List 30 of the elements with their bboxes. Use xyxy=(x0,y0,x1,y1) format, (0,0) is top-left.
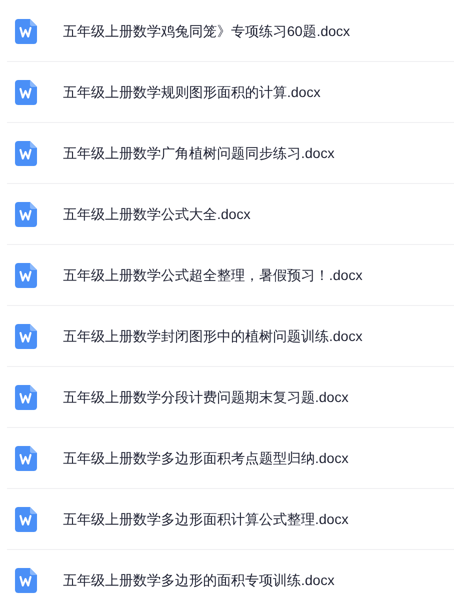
word-document-icon xyxy=(15,384,37,410)
word-document-icon xyxy=(15,324,37,348)
file-row[interactable]: 五年级上册数学分段计费问题期末复习题.docx xyxy=(7,367,454,428)
file-row[interactable]: 五年级上册数学多边形面积考点题型归纳.docx xyxy=(7,428,454,489)
word-document-icon xyxy=(15,202,37,226)
file-name: 五年级上册数学公式大全.docx xyxy=(63,204,250,224)
file-row[interactable]: 五年级上册数学封闭图形中的植树问题训练.docx xyxy=(7,306,454,367)
word-document-icon xyxy=(15,446,37,470)
file-name: 五年级上册数学公式超全整理，暑假预习！.docx xyxy=(63,266,362,284)
word-document-icon xyxy=(15,506,37,532)
word-document-icon xyxy=(15,140,37,166)
file-row[interactable]: 五年级上册数学鸡兔同笼》专项练习60题.docx xyxy=(7,1,454,62)
file-row[interactable]: 五年级上册数学多边形的面积专项训练.docx xyxy=(7,550,454,607)
file-name: 五年级上册数学广角植树问题同步练习.docx xyxy=(63,144,334,162)
file-row[interactable]: 五年级上册数学规则图形面积的计算.docx xyxy=(7,62,454,123)
file-name: 五年级上册数学规则图形面积的计算.docx xyxy=(63,82,320,102)
file-name: 五年级上册数学鸡兔同笼》专项练习60题.docx xyxy=(63,22,350,40)
file-row[interactable]: 五年级上册数学公式大全.docx xyxy=(7,184,454,245)
file-name: 五年级上册数学封闭图形中的植树问题训练.docx xyxy=(63,326,362,346)
file-name: 五年级上册数学多边形的面积专项训练.docx xyxy=(63,571,334,590)
file-name: 五年级上册数学多边形面积计算公式整理.docx xyxy=(63,510,348,528)
file-row[interactable]: 五年级上册数学广角植树问题同步练习.docx xyxy=(7,123,454,184)
word-document-icon xyxy=(15,18,37,44)
word-document-icon xyxy=(15,262,37,288)
file-name: 五年级上册数学多边形面积考点题型归纳.docx xyxy=(63,448,348,468)
file-row[interactable]: 五年级上册数学公式超全整理，暑假预习！.docx xyxy=(7,245,454,306)
file-name: 五年级上册数学分段计费问题期末复习题.docx xyxy=(63,388,348,406)
word-document-icon xyxy=(15,80,37,104)
file-row[interactable]: 五年级上册数学多边形面积计算公式整理.docx xyxy=(7,489,454,550)
word-document-icon xyxy=(15,568,37,593)
